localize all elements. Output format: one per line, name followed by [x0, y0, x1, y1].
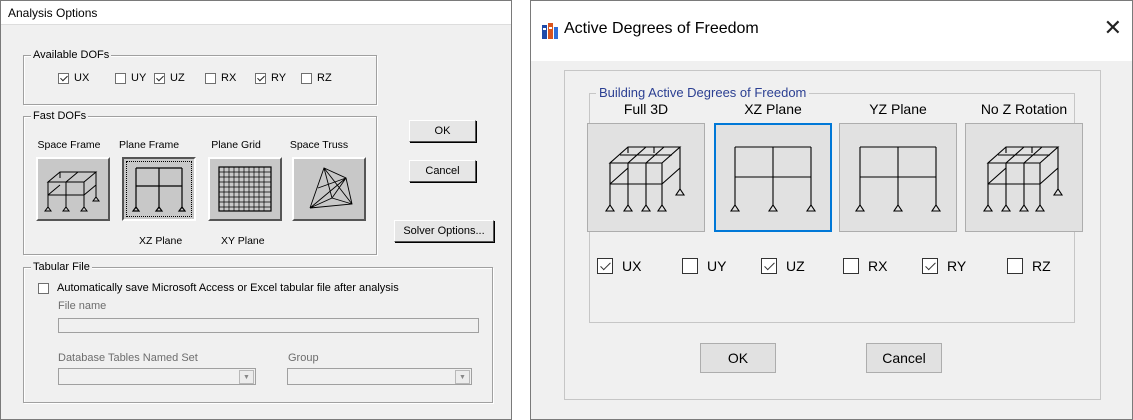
checkbox-label: UZ [170, 72, 185, 84]
db-tables-select[interactable]: ▼ [58, 368, 256, 385]
space-frame-button[interactable] [36, 157, 110, 221]
dof-checkbox-ry[interactable]: RY [922, 258, 966, 274]
checkbox-uz[interactable]: UZ [154, 71, 185, 85]
file-name-field[interactable] [58, 318, 479, 333]
building-dof-label: Building Active Degrees of Freedom [596, 85, 810, 100]
yz-plane-button[interactable] [839, 123, 957, 232]
checkbox-ux[interactable]: UX [58, 71, 89, 85]
xz-plane-icon [729, 145, 817, 212]
checkbox-rz[interactable]: RZ [301, 71, 332, 85]
dof-checkbox-ux[interactable]: UX [597, 258, 641, 274]
checkbox-box[interactable] [115, 72, 126, 84]
checkbox-box[interactable] [843, 258, 859, 274]
tabular-file-group: Tabular File Automatically save Microsof… [23, 261, 493, 403]
dof-checkbox-rx[interactable]: RX [843, 258, 887, 274]
checkbox-box[interactable] [255, 72, 266, 84]
option-label-no-z-rotation: No Z Rotation [980, 101, 1068, 117]
option-label-xz-plane: XZ Plane [744, 101, 802, 117]
space-truss-button[interactable] [292, 157, 366, 221]
solver-options-button[interactable]: Solver Options... [394, 220, 494, 242]
close-icon[interactable]: ✕ [1104, 15, 1122, 41]
ok-button[interactable]: OK [409, 120, 476, 142]
checkbox-box[interactable] [1007, 258, 1023, 274]
fast-dofs-label: Fast DOFs [31, 110, 89, 122]
fast-label-plane-grid: Plane Grid [211, 139, 261, 151]
cancel-button[interactable]: Cancel [409, 160, 476, 182]
checkbox-box[interactable] [597, 258, 613, 274]
checkbox-label: RZ [1032, 258, 1051, 274]
no-z-rotation-button[interactable] [965, 123, 1083, 232]
full-3d-icon [604, 145, 686, 212]
checkbox-label: UZ [786, 258, 805, 274]
space-truss-icon [309, 167, 353, 209]
outer-frame: Building Active Degrees of Freedom Full … [564, 70, 1101, 400]
dialog-title: Active Degrees of Freedom [564, 20, 759, 37]
db-tables-label: Database Tables Named Set [58, 352, 198, 364]
full-3d-button[interactable] [587, 123, 705, 232]
option-label-full-3d: Full 3D [623, 101, 669, 117]
dialog-title: Analysis Options [1, 1, 511, 25]
auto-save-checkbox[interactable]: Automatically save Microsoft Access or E… [38, 282, 399, 294]
checkbox-label: UX [74, 72, 90, 84]
tabular-file-label: Tabular File [31, 261, 92, 273]
plane-frame-button[interactable] [122, 157, 196, 221]
group-select[interactable]: ▼ [287, 368, 472, 385]
analysis-options-dialog: Analysis Options Available DOFs UX UY UZ… [0, 0, 512, 420]
checkbox-ry[interactable]: RY [255, 71, 286, 85]
sub-label-xy-plane: XY Plane [221, 235, 265, 247]
available-dofs-label: Available DOFs [31, 49, 112, 61]
checkbox-box[interactable] [301, 72, 312, 84]
ok-button[interactable]: OK [700, 343, 776, 373]
fast-label-space-truss: Space Truss [289, 139, 349, 151]
chevron-down-icon[interactable]: ▼ [239, 370, 254, 384]
dof-checkbox-uy[interactable]: UY [682, 258, 726, 274]
app-icon [542, 23, 558, 39]
title-bar: Active Degrees of Freedom ✕ [531, 1, 1132, 61]
checkbox-box[interactable] [922, 258, 938, 274]
available-dofs-group: Available DOFs UX UY UZ RX RY RZ [23, 49, 377, 105]
checkbox-box[interactable] [682, 258, 698, 274]
checkbox-label: UY [131, 72, 147, 84]
checkbox-box[interactable] [205, 72, 216, 84]
no-z-rotation-icon [982, 145, 1064, 212]
auto-save-label: Automatically save Microsoft Access or E… [57, 282, 399, 294]
checkbox-label: RY [271, 72, 287, 84]
yz-plane-icon [854, 145, 942, 212]
checkbox-rx[interactable]: RX [205, 71, 236, 85]
dof-checkbox-rz[interactable]: RZ [1007, 258, 1051, 274]
checkbox-label: RY [947, 258, 967, 274]
cancel-button[interactable]: Cancel [866, 343, 942, 373]
plane-grid-icon [218, 166, 272, 212]
file-name-label: File name [58, 300, 107, 312]
checkbox-label: RX [868, 258, 888, 274]
fast-dofs-group: Fast DOFs Space Frame Plane Frame Plane … [23, 110, 377, 255]
checkbox-label: RX [221, 72, 237, 84]
checkbox-box[interactable] [58, 72, 69, 84]
option-label-yz-plane: YZ Plane [869, 101, 927, 117]
space-frame-icon [44, 171, 100, 212]
group-label: Group [288, 352, 319, 364]
checkbox-label: UY [707, 258, 727, 274]
chevron-down-icon[interactable]: ▼ [455, 370, 470, 384]
fast-label-plane-frame: Plane Frame [118, 139, 180, 151]
checkbox-uy[interactable]: UY [115, 71, 146, 85]
checkbox-box[interactable] [761, 258, 777, 274]
checkbox-box[interactable] [38, 282, 49, 294]
checkbox-box[interactable] [154, 72, 165, 84]
dof-checkbox-uz[interactable]: UZ [761, 258, 805, 274]
checkbox-label: RZ [317, 72, 332, 84]
fast-label-space-frame: Space Frame [37, 139, 101, 151]
xz-plane-button[interactable] [714, 123, 832, 232]
plane-frame-icon [131, 167, 187, 212]
plane-grid-button[interactable] [208, 157, 282, 221]
active-dof-dialog: Active Degrees of Freedom ✕ Building Act… [530, 0, 1133, 420]
sub-label-xz-plane: XZ Plane [139, 235, 183, 247]
checkbox-label: UX [622, 258, 642, 274]
